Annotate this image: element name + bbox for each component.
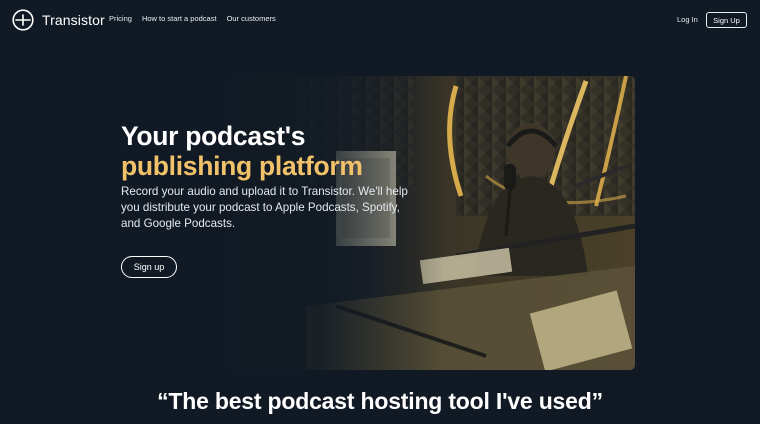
nav-link-customers[interactable]: Our customers [227, 14, 276, 23]
page: Transistor Pricing How to start a podcas… [0, 0, 760, 424]
nav-links: Pricing How to start a podcast Our custo… [109, 14, 276, 23]
login-link[interactable]: Log In [677, 15, 698, 24]
nav-link-pricing[interactable]: Pricing [109, 14, 132, 23]
nav-link-how-to-start[interactable]: How to start a podcast [142, 14, 217, 23]
hero-title-line-2: publishing platform [121, 151, 363, 181]
brand-name: Transistor [42, 12, 105, 28]
transistor-logo-icon [12, 9, 34, 31]
signup-button-nav[interactable]: Sign Up [706, 12, 747, 28]
hero-title-line-1: Your podcast's [121, 121, 306, 151]
top-nav: Transistor Pricing How to start a podcas… [0, 0, 760, 40]
testimonial-quote: “The best podcast hosting tool I've used… [157, 388, 603, 414]
hero-signup-button[interactable]: Sign up [121, 256, 177, 278]
hero-title: Your podcast's publishing platform [121, 121, 363, 181]
hero-subtitle: Record your audio and upload it to Trans… [121, 185, 408, 230]
brand-logo[interactable]: Transistor [12, 9, 105, 31]
